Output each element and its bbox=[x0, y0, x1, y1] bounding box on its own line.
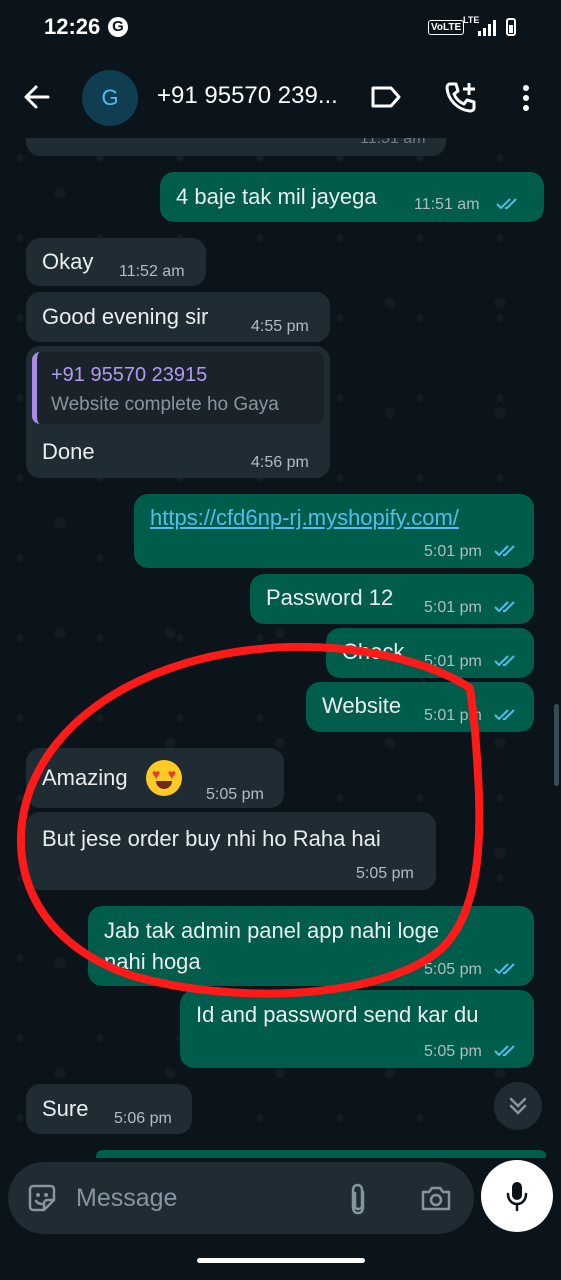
message-bubble-outgoing[interactable]: Password 12 5:01 pm bbox=[250, 574, 534, 624]
message-text: Good evening sir bbox=[42, 304, 209, 329]
volte-icon: VoLTE bbox=[428, 20, 465, 35]
message-bubble-incoming[interactable]: Okay 11:52 am bbox=[26, 238, 206, 286]
lte-icon: LTE bbox=[463, 15, 480, 25]
message-time: 4:56 pm bbox=[251, 454, 309, 471]
message-bubble-outgoing[interactable]: Id and password send kar du 5:05 pm bbox=[180, 990, 534, 1068]
message-text: 4 baje tak mil jayega bbox=[176, 184, 377, 209]
message-text: Sure bbox=[42, 1096, 89, 1121]
add-call-icon[interactable] bbox=[444, 80, 478, 114]
message-text: Okay bbox=[42, 249, 94, 274]
label-icon[interactable] bbox=[370, 84, 402, 110]
back-arrow-icon[interactable] bbox=[22, 82, 52, 112]
message-text: Website bbox=[322, 693, 402, 718]
message-link[interactable]: https://cfd6np-rj.myshopify.com/ bbox=[150, 505, 459, 531]
message-time: 5:01 pm bbox=[424, 599, 482, 616]
signal-icon bbox=[478, 20, 496, 36]
quoted-text: Website complete ho Gaya bbox=[51, 394, 279, 415]
message-bubble-outgoing[interactable] bbox=[96, 1150, 546, 1158]
sticker-icon[interactable] bbox=[26, 1182, 58, 1214]
message-bubble-outgoing[interactable]: Website 5:01 pm bbox=[306, 682, 534, 732]
message-text: Check bbox=[342, 639, 405, 664]
message-time: 5:01 pm bbox=[424, 707, 482, 724]
message-bubble-incoming[interactable]: But jese order buy nhi ho Raha hai 5:05 … bbox=[26, 812, 436, 890]
contact-name[interactable]: +91 95570 239... bbox=[157, 82, 338, 110]
message-time: 11:51 am bbox=[360, 138, 426, 147]
quoted-message[interactable]: +91 95570 23915 Website complete ho Gaya bbox=[32, 352, 324, 424]
status-time: 12:26 bbox=[44, 14, 101, 39]
message-bubble-incoming[interactable]: Good evening sir 4:55 pm bbox=[26, 292, 330, 342]
message-bubble-outgoing[interactable]: Jab tak admin panel app nahi loge nahi h… bbox=[88, 906, 534, 986]
message-bubble-outgoing[interactable]: Check 5:01 pm bbox=[326, 628, 534, 678]
read-ticks-icon bbox=[494, 545, 515, 557]
message-time: 5:05 pm bbox=[424, 1043, 482, 1060]
heart-eyes-emoji-icon bbox=[146, 760, 182, 796]
avatar[interactable]: G bbox=[82, 70, 138, 126]
message-time: 5:05 pm bbox=[356, 865, 414, 882]
home-indicator[interactable] bbox=[197, 1258, 365, 1263]
google-icon: G bbox=[108, 17, 128, 37]
chat-header: G +91 95570 239... bbox=[0, 56, 561, 138]
message-time: 11:52 am bbox=[119, 263, 185, 280]
message-text: Id and password send kar du bbox=[196, 1002, 479, 1027]
quoted-sender: +91 95570 23915 bbox=[51, 364, 208, 386]
message-time: 11:51 am bbox=[414, 196, 480, 213]
message-text: Amazing bbox=[42, 765, 128, 790]
more-options-icon[interactable] bbox=[522, 84, 530, 112]
double-chevron-down-icon bbox=[509, 1097, 527, 1115]
message-text-line2: nahi hoga bbox=[104, 949, 201, 974]
read-ticks-icon bbox=[494, 963, 515, 975]
chat-area[interactable]: 11:51 am 4 baje tak mil jayega 11:51 am … bbox=[0, 138, 561, 1158]
message-bubble-incoming[interactable]: Sure 5:06 pm bbox=[26, 1084, 192, 1134]
message-bubble-outgoing[interactable]: https://cfd6np-rj.myshopify.com/ 5:01 pm bbox=[134, 494, 534, 568]
message-time: 5:05 pm bbox=[424, 961, 482, 978]
message-text-line1: Jab tak admin panel app nahi loge bbox=[104, 918, 440, 943]
message-text: Done bbox=[42, 439, 95, 464]
message-input-bar[interactable]: Message bbox=[8, 1162, 474, 1234]
message-time: 5:01 pm bbox=[424, 543, 482, 560]
message-time: 5:05 pm bbox=[206, 786, 264, 803]
status-bar: 12:26 G VoLTE LTE bbox=[0, 0, 561, 56]
scrollbar[interactable] bbox=[554, 704, 559, 786]
message-input[interactable]: Message bbox=[76, 1184, 177, 1213]
voice-message-button[interactable] bbox=[481, 1160, 553, 1232]
message-bubble-incoming[interactable]: 11:51 am bbox=[26, 138, 446, 156]
message-text: Password 12 bbox=[266, 585, 394, 610]
battery-icon bbox=[506, 18, 516, 36]
microphone-icon bbox=[506, 1182, 528, 1212]
read-ticks-icon bbox=[496, 198, 517, 210]
message-time: 4:55 pm bbox=[251, 318, 309, 335]
message-time: 5:06 pm bbox=[114, 1110, 172, 1127]
attach-icon[interactable] bbox=[348, 1182, 368, 1216]
read-ticks-icon bbox=[494, 709, 515, 721]
message-bubble-incoming[interactable]: +91 95570 23915 Website complete ho Gaya… bbox=[26, 346, 330, 478]
read-ticks-icon bbox=[494, 601, 515, 613]
message-time: 5:01 pm bbox=[424, 653, 482, 670]
read-ticks-icon bbox=[494, 655, 515, 667]
message-bubble-outgoing[interactable]: 4 baje tak mil jayega 11:51 am bbox=[160, 172, 544, 222]
read-ticks-icon bbox=[494, 1045, 515, 1057]
camera-icon[interactable] bbox=[420, 1184, 452, 1212]
scroll-to-bottom-button[interactable] bbox=[494, 1082, 542, 1130]
message-text: But jese order buy nhi ho Raha hai bbox=[42, 826, 381, 851]
message-bubble-incoming[interactable]: Amazing 5:05 pm bbox=[26, 748, 284, 808]
